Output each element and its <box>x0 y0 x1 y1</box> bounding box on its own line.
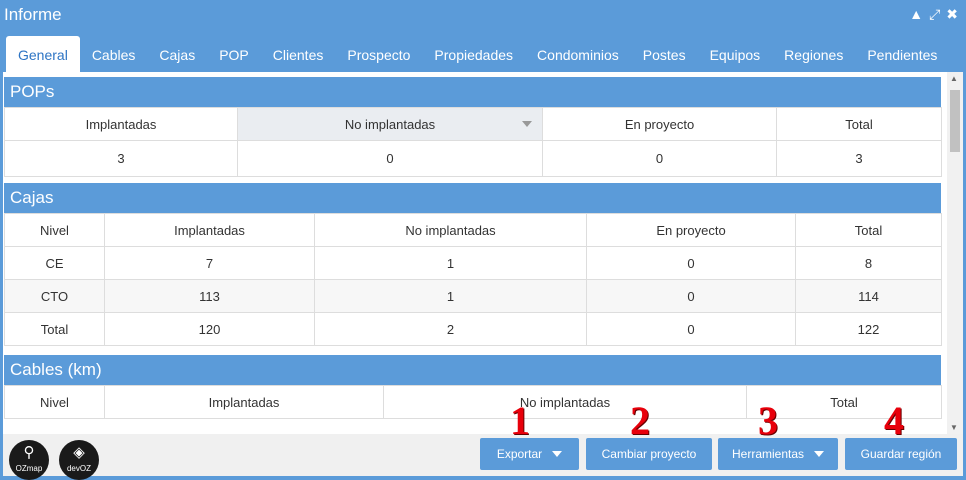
column-header-sorted[interactable]: No implantadas <box>237 107 543 141</box>
table-cell: 1 <box>314 279 587 313</box>
scrollbar-thumb[interactable] <box>950 90 960 152</box>
marker-4: 4 <box>884 398 904 443</box>
table-header-row: Implantadas No implantadas En proyecto T… <box>4 107 942 141</box>
map-pin-icon: ⚲ <box>23 444 35 461</box>
table-row: Total 120 2 0 122 <box>4 312 942 346</box>
column-header[interactable]: Total <box>776 107 942 141</box>
table-cell: 0 <box>237 140 543 177</box>
tab-postes[interactable]: Postes <box>631 36 698 72</box>
column-header[interactable]: No implantadas <box>383 385 747 419</box>
vertical-scrollbar[interactable]: ▲ ▼ <box>947 72 963 434</box>
tab-equipos[interactable]: Equipos <box>698 36 773 72</box>
tab-prospecto[interactable]: Prospecto <box>335 36 422 72</box>
column-header[interactable]: Nivel <box>4 385 105 419</box>
cables-table: Nivel Implantadas No implantadas Total <box>4 385 942 419</box>
column-header[interactable]: En proyecto <box>542 107 777 141</box>
cajas-table: Nivel Implantadas No implantadas En proy… <box>4 213 942 346</box>
tab-clientes[interactable]: Clientes <box>261 36 336 72</box>
column-header[interactable]: Implantadas <box>104 213 315 247</box>
close-icon[interactable]: ✖ <box>946 6 958 22</box>
scroll-down-icon[interactable]: ▼ <box>950 423 958 432</box>
chevron-down-icon <box>814 451 825 457</box>
table-header-row: Nivel Implantadas No implantadas En proy… <box>4 213 942 247</box>
table-row: CE 7 1 0 8 <box>4 246 942 280</box>
table-cell: 1 <box>314 246 587 280</box>
marker-1: 1 <box>510 398 530 443</box>
devoz-logo[interactable]: ◈ devOZ <box>59 440 99 480</box>
table-cell: 114 <box>795 279 942 313</box>
marker-2: 2 <box>630 398 650 443</box>
cables-section-title: Cables (km) <box>4 355 941 385</box>
table-row: 3 0 0 3 <box>4 140 942 177</box>
footer-toolbar: ⚲ OZmap ◈ devOZ Exportar Cambiar proyecto … <box>3 434 963 480</box>
collapse-icon[interactable]: ▲ <box>909 6 923 22</box>
table-cell: 0 <box>542 140 777 177</box>
column-header[interactable]: No implantadas <box>314 213 587 247</box>
table-cell: 7 <box>104 246 315 280</box>
column-header[interactable]: Implantadas <box>4 107 238 141</box>
table-cell: Total <box>4 312 105 346</box>
cajas-section-title: Cajas <box>4 183 941 213</box>
table-header-row: Nivel Implantadas No implantadas Total <box>4 385 942 419</box>
table-cell: 120 <box>104 312 315 346</box>
table-cell: 0 <box>586 312 796 346</box>
table-cell: 3 <box>776 140 942 177</box>
column-header[interactable]: Total <box>795 213 942 247</box>
report-content: POPs Implantadas No implantadas En proye… <box>3 72 963 434</box>
tab-regiones[interactable]: Regiones <box>772 36 855 72</box>
window-title: Informe <box>4 5 62 24</box>
table-cell: CTO <box>4 279 105 313</box>
tab-pop[interactable]: POP <box>207 36 261 72</box>
table-cell: 2 <box>314 312 587 346</box>
tab-propiedades[interactable]: Propiedades <box>422 36 525 72</box>
maximize-icon[interactable]: ⤢ <box>929 6 940 22</box>
table-cell: 122 <box>795 312 942 346</box>
column-header[interactable]: Implantadas <box>104 385 384 419</box>
column-header-label: No implantadas <box>344 116 436 132</box>
pops-section-title: POPs <box>4 77 941 107</box>
tab-cajas[interactable]: Cajas <box>147 36 207 72</box>
window-titlebar: Informe ▲ ⤢ ✖ <box>0 0 966 32</box>
cube-icon: ◈ <box>73 444 85 461</box>
tab-general[interactable]: General <box>6 36 80 72</box>
column-header[interactable]: Nivel <box>4 213 105 247</box>
pops-table: Implantadas No implantadas En proyecto T… <box>4 107 942 177</box>
table-cell: 0 <box>586 246 796 280</box>
scroll-up-icon[interactable]: ▲ <box>950 74 958 83</box>
ozmap-logo[interactable]: ⚲ OZmap <box>9 440 49 480</box>
column-header[interactable]: En proyecto <box>586 213 796 247</box>
tools-button[interactable]: Herramientas <box>718 438 838 470</box>
table-cell: 0 <box>586 279 796 313</box>
chevron-down-icon <box>552 451 563 457</box>
tab-pendientes[interactable]: Pendientes <box>855 36 949 72</box>
tab-cables[interactable]: Cables <box>80 36 148 72</box>
sort-caret-icon[interactable] <box>522 121 532 127</box>
table-cell: 113 <box>104 279 315 313</box>
table-cell: CE <box>4 246 105 280</box>
table-cell: 8 <box>795 246 942 280</box>
tab-bar: General Cables Cajas POP Clientes Prospe… <box>0 36 966 72</box>
table-cell: 3 <box>4 140 238 177</box>
marker-3: 3 <box>758 398 778 443</box>
table-row: CTO 113 1 0 114 <box>4 279 942 313</box>
tab-condominios[interactable]: Condominios <box>525 36 631 72</box>
